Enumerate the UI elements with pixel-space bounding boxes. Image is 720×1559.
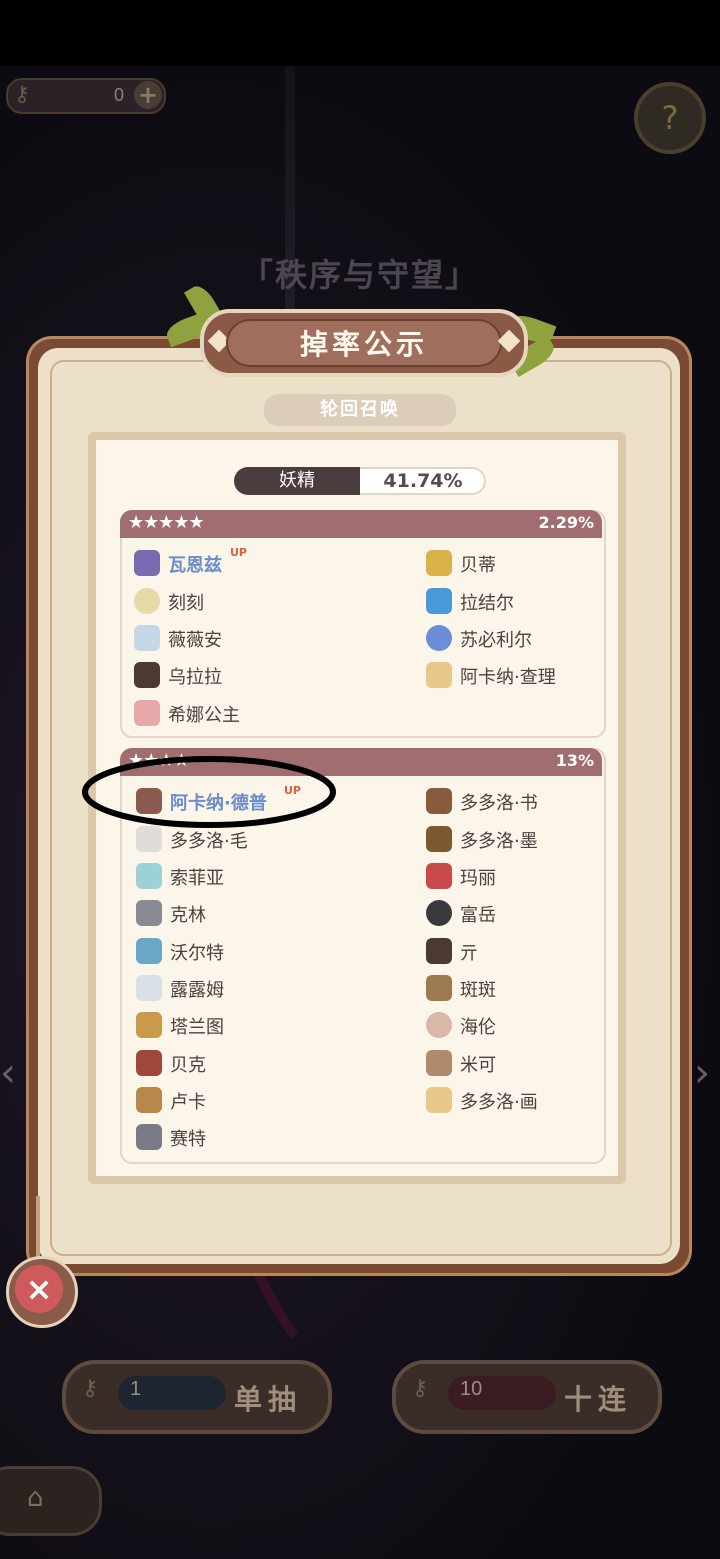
rarity-group-5star: ★★★★★ 2.29% 瓦恩兹 UP 贝蒂 刻刻 拉结尔 薇薇安 苏必利尔 乌拉… xyxy=(120,510,606,738)
blue-bottle-icon xyxy=(426,588,452,614)
item-name: 苏必利尔 xyxy=(460,630,532,651)
palette-icon xyxy=(426,1087,452,1113)
watering-can-icon xyxy=(136,900,162,926)
close-rope xyxy=(36,1196,40,1258)
item-name: 薇薇安 xyxy=(168,630,222,651)
rarity-rate: 2.29% xyxy=(538,513,594,532)
key-icon: ⚷ xyxy=(14,82,31,107)
item-name: 索菲亚 xyxy=(170,868,224,889)
item-name: 亓 xyxy=(460,943,478,964)
scissors-icon xyxy=(426,550,452,576)
close-button[interactable]: × xyxy=(6,1256,78,1328)
key-counter: ⚷ 0 + xyxy=(6,78,166,114)
bow-icon xyxy=(134,700,160,726)
category-rate-value: 41.74% xyxy=(383,470,463,492)
dialog-title-plate: 掉率公示 xyxy=(226,319,502,367)
test-tube-icon xyxy=(136,975,162,1001)
key-icon: ⚷ xyxy=(82,1376,99,1401)
key-icon: ⚷ xyxy=(412,1376,429,1401)
single-draw-cost: 1 xyxy=(130,1378,142,1400)
chocolate-bar-icon xyxy=(134,662,160,688)
item-name: 刻刻 xyxy=(168,593,204,614)
bomb-icon xyxy=(426,900,452,926)
ten-draw-button[interactable]: ⚷ 10 十连 xyxy=(392,1360,662,1434)
home-icon: ⌂ xyxy=(27,1483,44,1513)
single-draw-label: 单抽 xyxy=(233,1383,302,1416)
rarity-rate: 13% xyxy=(555,751,594,770)
banner-title: 「秩序与守望」 xyxy=(240,256,479,294)
item-name: 米可 xyxy=(460,1055,496,1076)
help-button[interactable]: ? xyxy=(634,82,706,154)
dialog-header: 掉率公示 xyxy=(200,309,528,377)
bubble-tea-icon xyxy=(426,1050,452,1076)
summon-type-label: 轮回召唤 xyxy=(264,394,456,426)
item-name: 玛丽 xyxy=(460,868,496,889)
add-keys-button[interactable]: + xyxy=(134,81,162,109)
rarity-bar: ★★★★★ 2.29% xyxy=(120,510,602,538)
item-name: 多多洛·书 xyxy=(460,793,538,814)
lute-icon xyxy=(136,1087,162,1113)
star-rating-icon: ★★★★★ xyxy=(128,512,205,533)
hand-drawn-circle-annotation xyxy=(82,756,336,828)
single-draw-button[interactable]: ⚷ 1 单抽 xyxy=(62,1360,332,1434)
item-name: 多多洛·墨 xyxy=(460,831,538,852)
knife-icon xyxy=(426,938,452,964)
next-banner-icon[interactable]: › xyxy=(694,1050,710,1096)
teacup-icon xyxy=(136,863,162,889)
dialog-title: 掉率公示 xyxy=(299,328,428,361)
ten-draw-label: 十连 xyxy=(563,1383,632,1416)
ink-pot-icon xyxy=(426,826,452,852)
shell-icon xyxy=(426,1012,452,1038)
item-name: 斑斑 xyxy=(460,980,496,1001)
ten-draw-cost: 10 xyxy=(460,1378,483,1400)
item-name: 拉结尔 xyxy=(460,593,514,614)
category-rate: 妖精 41.74% xyxy=(234,467,486,495)
item-name: 希娜公主 xyxy=(168,705,240,726)
category-name: 妖精 xyxy=(234,467,360,495)
item-name: 富岳 xyxy=(460,905,496,926)
item-name: 露露姆 xyxy=(170,980,224,1001)
anchor-icon xyxy=(136,1124,162,1150)
item-name: 乌拉拉 xyxy=(168,667,222,688)
item-name: 贝蒂 xyxy=(460,555,496,576)
rocking-horse-icon xyxy=(136,1050,162,1076)
item-name: 赛特 xyxy=(170,1129,206,1150)
key-count: 0 xyxy=(113,85,124,105)
tarot-card-icon xyxy=(134,550,160,576)
item-name: 卢卡 xyxy=(170,1092,206,1113)
item-name: 瓦恩兹 xyxy=(168,555,222,576)
tarot-card-icon xyxy=(426,662,452,688)
item-name: 阿卡纳·查理 xyxy=(460,667,556,688)
up-badge: UP xyxy=(230,546,247,559)
item-name: 贝克 xyxy=(170,1055,206,1076)
potion-bottle-icon xyxy=(136,938,162,964)
home-button[interactable]: ⌂ xyxy=(0,1466,102,1536)
status-bar xyxy=(0,0,720,66)
item-name: 沃尔特 xyxy=(170,943,224,964)
pocket-watch-icon xyxy=(134,588,160,614)
item-name: 塔兰图 xyxy=(170,1017,224,1038)
pearl-necklace-icon xyxy=(134,625,160,651)
item-name: 多多洛·画 xyxy=(460,1092,538,1113)
ring-icon xyxy=(426,625,452,651)
drum-icon xyxy=(426,975,452,1001)
doll-icon xyxy=(426,863,452,889)
book-icon xyxy=(426,788,452,814)
close-icon[interactable]: × xyxy=(15,1265,63,1313)
prev-banner-icon[interactable]: ‹ xyxy=(0,1050,16,1096)
horn-icon xyxy=(136,1012,162,1038)
item-name: 海伦 xyxy=(460,1017,496,1038)
item-name: 克林 xyxy=(170,905,206,926)
